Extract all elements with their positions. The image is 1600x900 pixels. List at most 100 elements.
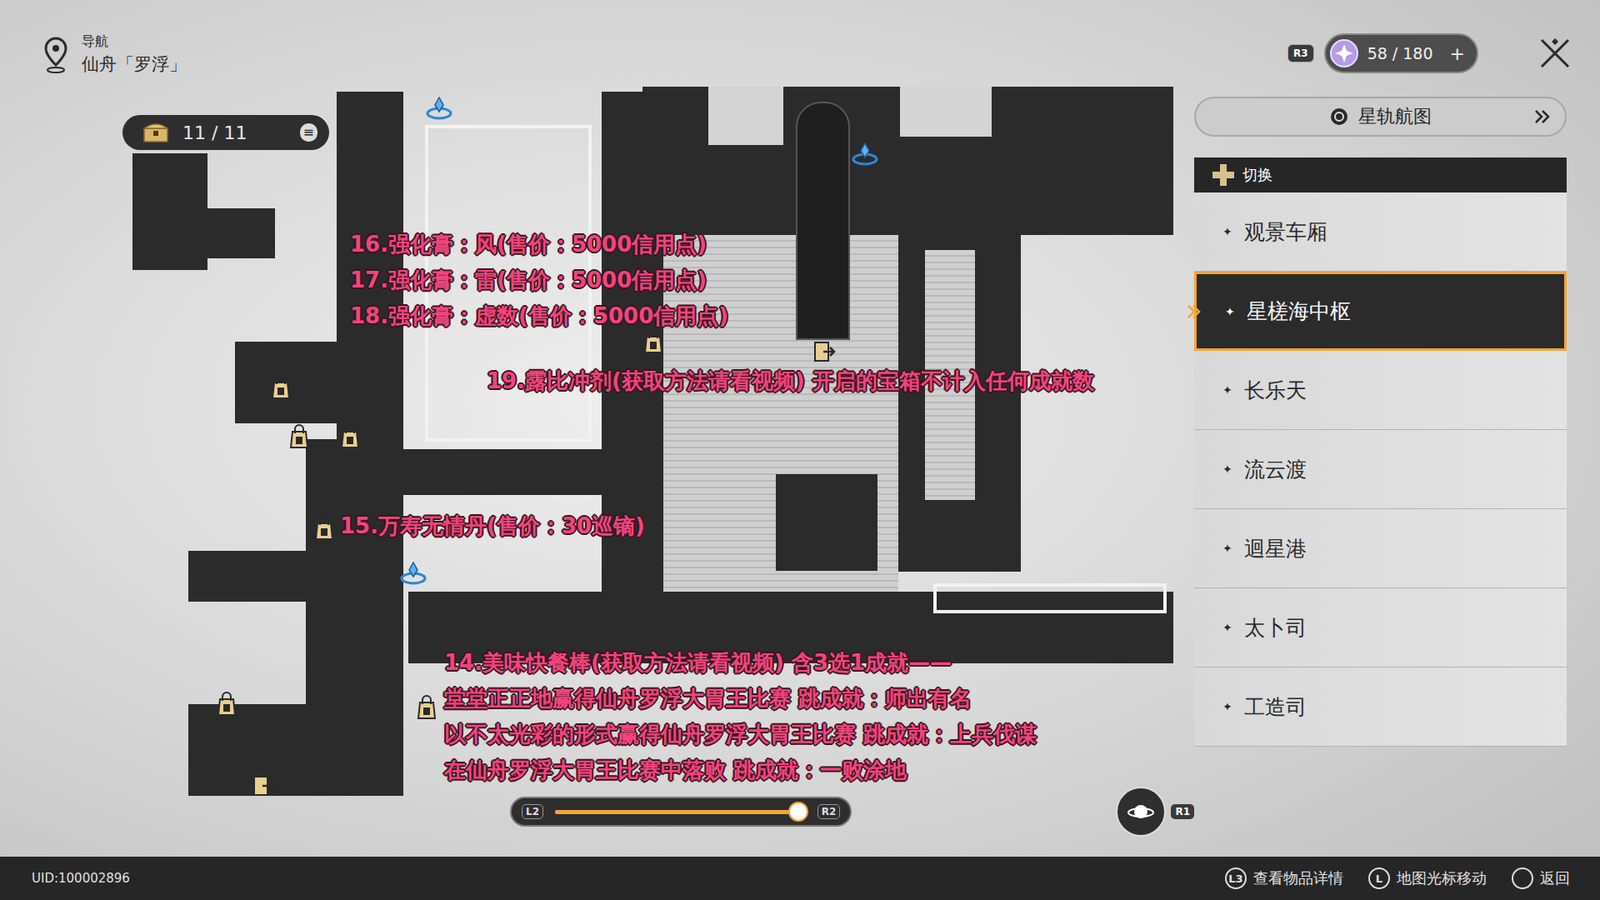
shop-marker[interactable] [337, 423, 363, 450]
map-screen: 16.强化膏：风(售价：5000信用点) 17.强化膏：雷(售价：5000信用点)… [0, 0, 1600, 900]
shop-bag-icon [286, 423, 312, 450]
exit-marker[interactable] [250, 773, 276, 799]
map-area [204, 208, 275, 259]
shop-marker[interactable] [640, 328, 666, 355]
teleport-anchor-icon [425, 95, 454, 124]
status-bar: UID:100002896 L3查看物品详情 L地图光标移动 返回 [0, 856, 1600, 900]
area-marker: ✦ [1222, 620, 1233, 635]
hint-key: L [1368, 867, 1390, 890]
left-column: 11 / 11 ≡ L2 R2 R1 [0, 83, 1195, 857]
map-area [900, 86, 992, 137]
chest-count: 11 / 11 [182, 122, 287, 144]
annotation-line: 17.强化膏：雷(售价：5000信用点) [350, 265, 729, 295]
map-area [933, 583, 1167, 614]
area-marker: ✦ [1225, 305, 1235, 319]
shop-marker[interactable] [214, 690, 240, 718]
annotation-line: 14.美味快餐棒(获取方法请看视频) 含3选1成就—— [444, 648, 1037, 678]
map-canvas[interactable]: 16.强化膏：风(售价：5000信用点) 17.强化膏：雷(售价：5000信用点)… [0, 0, 1600, 900]
teleport-marker[interactable] [425, 95, 454, 124]
teleport-anchor-icon [399, 560, 428, 589]
hint-label: 查看物品详情 [1253, 868, 1344, 889]
area-item[interactable]: ✦ 迴星港 [1194, 509, 1567, 589]
area-label: 星槎海中枢 [1246, 297, 1351, 325]
uid: UID:100002896 [31, 870, 130, 886]
selection-arrow-icon [1186, 304, 1202, 320]
zoom-out-key[interactable]: L2 [521, 804, 544, 820]
annotation-line: 18.强化膏：虚数(售价：5000信用点) [350, 301, 729, 331]
area-label: 长乐天 [1244, 376, 1307, 405]
star-rail-map-label: 星轨航图 [1358, 104, 1432, 130]
navigation-location: 仙舟「罗浮」 [81, 52, 187, 76]
chest-menu-button[interactable]: ≡ [300, 123, 318, 142]
double-arrow-icon [1533, 108, 1552, 125]
teleport-marker[interactable] [850, 140, 880, 170]
teleport-anchor-icon [850, 140, 880, 170]
shop-marker[interactable] [311, 515, 337, 542]
annotation-line: 在仙舟罗浮大胃王比赛中落败 跳成就：一败涂地 [444, 755, 1037, 785]
area-item[interactable]: ✦观景车厢 [1194, 192, 1567, 272]
area-switch-title: 切换 [1242, 165, 1273, 185]
shop-bag-icon [268, 374, 294, 401]
annotation-line: 以不太光彩的形式赢得仙舟罗浮大胃王比赛 跳成就：上兵伐谋 [444, 720, 1037, 750]
area-item[interactable]: ✦ 星槎海中枢 [1194, 271, 1567, 351]
map-annotation: 15.万寿无情丹(售价：30巡镝) [340, 511, 645, 541]
exit-door-icon [811, 339, 837, 365]
area-item[interactable]: ✦工造司 [1194, 667, 1567, 747]
area-label: 迴星港 [1244, 535, 1307, 563]
map-area [132, 153, 208, 270]
location-pin-icon [41, 35, 70, 75]
map-annotation: 19.露比冲剂(获取方法请看视频) 开启的宝箱不计入任何成就数 [486, 366, 1095, 396]
shop-bag-icon [311, 515, 337, 542]
planet-icon [1126, 799, 1155, 825]
zoom-fill [555, 810, 799, 815]
area-item[interactable]: ✦ 流云渡 [1194, 430, 1567, 510]
area-switch-header: 切换 [1194, 157, 1567, 193]
stamina-value: 58 / 180 [1367, 44, 1434, 63]
zoom-knob[interactable] [788, 801, 809, 822]
control-hint[interactable]: 返回 [1511, 867, 1570, 890]
map-area [775, 474, 878, 571]
power-orb-icon [1329, 38, 1360, 69]
annotation-line: 16.强化膏：风(售价：5000信用点) [350, 230, 729, 260]
hud: 导航仙舟「罗浮」R358 / 180+11 / 11≡L2R2R1星轨航图切换✦… [0, 0, 1600, 900]
shop-bag-icon [640, 328, 666, 355]
area-item[interactable]: ✦ 太卜司 [1194, 588, 1567, 668]
treasure-chest-icon [142, 121, 170, 144]
close-icon[interactable] [1538, 36, 1572, 70]
planet-button[interactable]: R1 [1115, 786, 1195, 837]
area-label: 流云渡 [1244, 455, 1307, 484]
exit-marker[interactable] [811, 339, 837, 365]
control-hint[interactable]: L3查看物品详情 [1225, 867, 1344, 890]
control-hint[interactable]: L地图光标移动 [1368, 867, 1487, 890]
stamina-pill[interactable]: 58 / 180 + [1324, 33, 1479, 74]
teleport-marker[interactable] [399, 560, 428, 589]
zoom-slider[interactable]: L2 R2 [510, 796, 852, 827]
annotation-line: 堂堂正正地赢得仙舟罗浮大胃王比赛 跳成就：师出有名 [444, 684, 1037, 714]
stamina-add-button[interactable]: + [1450, 43, 1465, 65]
navigation: 导航仙舟「罗浮」 [41, 33, 187, 76]
star-rail-map-button[interactable]: 星轨航图 [1194, 96, 1567, 137]
hint-label: 返回 [1540, 868, 1570, 889]
annotation-line: 19.露比冲剂(获取方法请看视频) 开启的宝箱不计入任何成就数 [486, 366, 1095, 396]
map-area [188, 704, 306, 796]
chest-counter[interactable]: 11 / 11 ≡ [122, 115, 330, 150]
body: 11 / 11≡L2R2R1星轨航图切换✦观景车厢✦星槎海中枢✦长乐天✦流云渡✦… [0, 83, 1600, 857]
area-item[interactable]: ✦长乐天 [1194, 350, 1567, 430]
shop-marker[interactable] [286, 423, 312, 450]
shop-marker[interactable] [414, 694, 440, 721]
area-label: 观景车厢 [1244, 218, 1328, 246]
dpad-icon [1210, 162, 1236, 188]
map-annotation: 14.美味快餐棒(获取方法请看视频) 含3选1成就—— 堂堂正正地赢得仙舟罗浮大胃… [444, 648, 1037, 785]
area-marker: ✦ [1222, 541, 1233, 555]
control-hints: L3查看物品详情 L地图光标移动 返回 [1225, 867, 1570, 890]
area-marker: ✦ [1222, 462, 1233, 476]
area-label: 太卜司 [1244, 614, 1307, 642]
shop-marker[interactable] [268, 374, 294, 401]
map-area [795, 101, 850, 340]
map-area [708, 86, 784, 145]
shop-bag-icon [337, 423, 363, 450]
zoom-in-key[interactable]: R2 [817, 804, 841, 820]
zoom-track[interactable] [555, 810, 806, 815]
top-right-group: R358 / 180+ [1287, 33, 1572, 74]
zoom-row: L2 R2 R1 [122, 786, 1195, 837]
